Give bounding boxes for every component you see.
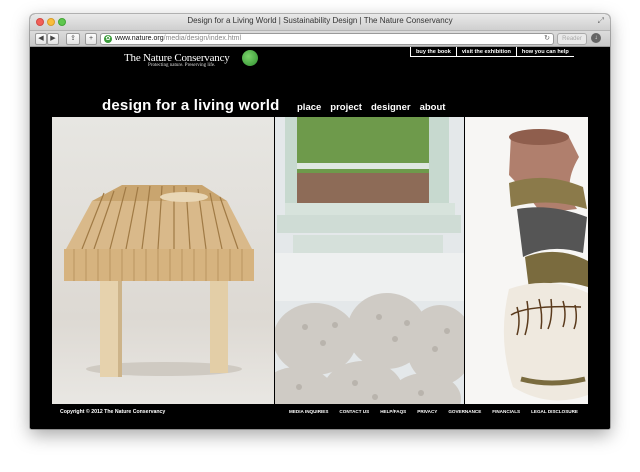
leaf-logo-icon: [242, 50, 258, 66]
web-page: The Nature Conservancy Protecting nature…: [30, 47, 610, 429]
page-footer: Copyright © 2012 The Nature Conservancy …: [52, 404, 588, 421]
top-utility-nav: buy the book visit the exhibition how yo…: [410, 47, 574, 57]
nav-place[interactable]: place: [297, 102, 321, 113]
add-tab-button[interactable]: +: [85, 33, 97, 45]
top-link-visit-exhibition[interactable]: visit the exhibition: [455, 47, 516, 57]
ceramic-vase-image[interactable]: [465, 117, 588, 404]
footer-links: MEDIA INQUIRIES CONTACT US HELP/FAQS PRI…: [289, 409, 578, 414]
reader-button[interactable]: Reader: [557, 33, 587, 45]
footer-link-governance[interactable]: GOVERNANCE: [448, 409, 481, 414]
browser-window: Design for a Living World | Sustainabili…: [30, 14, 610, 429]
tnc-logo[interactable]: The Nature Conservancy Protecting nature…: [124, 52, 230, 68]
reload-icon[interactable]: ↻: [544, 34, 550, 44]
nav-designer[interactable]: designer: [371, 102, 411, 113]
address-bar[interactable]: ✿ www.nature.org/media/design/index.html…: [100, 33, 554, 45]
address-url: www.nature.org/media/design/index.html: [115, 35, 242, 42]
footer-link-contact-us[interactable]: CONTACT US: [339, 409, 369, 414]
site-title[interactable]: design for a living world: [102, 97, 280, 114]
hero-gallery: [52, 117, 588, 404]
footer-link-financials[interactable]: FINANCIALS: [492, 409, 520, 414]
forward-button[interactable]: ▶: [47, 33, 59, 45]
bench-illustration: [64, 185, 254, 377]
knitted-rug-illustration: [275, 117, 464, 404]
footer-link-help-faqs[interactable]: HELP/FAQS: [380, 409, 406, 414]
site-favicon-icon: ✿: [104, 35, 112, 43]
fullscreen-icon[interactable]: ⤢: [598, 16, 604, 26]
window-title: Design for a Living World | Sustainabili…: [187, 16, 453, 25]
top-link-how-you-can-help[interactable]: how you can help: [515, 47, 574, 57]
footer-link-legal-disclosure[interactable]: LEGAL DISCLOSURE: [531, 409, 578, 414]
bench-image[interactable]: [52, 117, 274, 404]
title-bar: Design for a Living World | Sustainabili…: [30, 14, 610, 31]
footer-link-privacy[interactable]: PRIVACY: [417, 409, 437, 414]
downloads-icon[interactable]: ↓: [591, 33, 601, 43]
nav-about[interactable]: about: [420, 102, 446, 113]
nav-project[interactable]: project: [330, 102, 362, 113]
footer-link-media-inquiries[interactable]: MEDIA INQUIRIES: [289, 409, 328, 414]
copyright-text: Copyright © 2012 The Nature Conservancy: [60, 409, 166, 415]
main-nav: place project designer about: [297, 102, 445, 113]
browser-toolbar: ◀ ▶ ⇪ + ✿ www.nature.org/media/design/in…: [30, 31, 610, 47]
top-link-buy-the-book[interactable]: buy the book: [410, 47, 456, 57]
knitted-rug-image[interactable]: [275, 117, 464, 404]
share-button[interactable]: ⇪: [66, 33, 80, 45]
ceramic-vase-illustration: [465, 117, 588, 404]
back-button[interactable]: ◀: [35, 33, 47, 45]
